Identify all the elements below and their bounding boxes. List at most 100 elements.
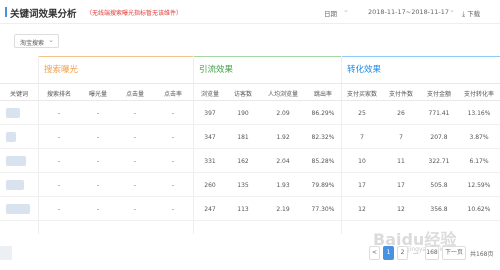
- cell-search-rank: -: [57, 158, 61, 165]
- pagination-page-2[interactable]: 2: [397, 246, 408, 260]
- col-header-ctr[interactable]: 点击率: [155, 89, 191, 98]
- table-row: - - - - 347 181 1.92 82.32% 7 7 207.8 3.…: [0, 126, 500, 149]
- cell-search-rank: -: [57, 206, 61, 213]
- date-range-picker[interactable]: 2018-11-17~2018-11-17: [368, 8, 449, 16]
- cell-items-paid: 17: [397, 182, 405, 189]
- keyword-table: 搜索曝光 引流效果 转化效果 关键词 搜索排名 曝光量 点击量 点击率 浏览量 …: [0, 56, 500, 234]
- pagination-ellipsis: ...: [413, 249, 419, 256]
- download-button[interactable]: ⤓ 下载: [462, 8, 480, 19]
- table-row: - - - - 260 135 1.93 79.89% 17 17 505.8 …: [0, 174, 500, 197]
- col-header-pv-per-visitor[interactable]: 人均浏览量: [262, 89, 304, 98]
- table-row: - - - - 331 162 2.04 85.28% 10 11 322.71…: [0, 150, 500, 173]
- group-traffic-effect: 引流效果: [193, 56, 341, 80]
- cell-impressions: -: [96, 182, 100, 189]
- cell-items-paid: 7: [399, 134, 403, 141]
- cell-pv-per-visitor: 2.04: [276, 158, 290, 165]
- col-header-clicks[interactable]: 点击量: [117, 89, 153, 98]
- cell-conversion-rate: 6.17%: [469, 158, 489, 165]
- source-filter-dropdown[interactable]: 淘宝搜索 ⌄: [14, 34, 59, 48]
- cell-impressions: -: [96, 110, 100, 117]
- cell-payment-amount: 207.8: [430, 134, 448, 141]
- date-chevron-icon[interactable]: ⌄: [343, 6, 349, 14]
- cell-clicks: -: [133, 206, 137, 213]
- col-header-visitors[interactable]: 访客数: [228, 89, 258, 98]
- col-header-search-rank[interactable]: 搜索排名: [40, 89, 78, 98]
- cell-items-paid: 11: [397, 158, 405, 165]
- keyword-redacted: [6, 204, 30, 214]
- cell-buyers: 12: [358, 206, 366, 213]
- cell-visitors: 181: [237, 134, 249, 141]
- cell-payment-amount: 356.8: [430, 206, 448, 213]
- col-header-conversion-rate[interactable]: 支付转化率: [459, 89, 499, 98]
- group-label: 转化效果: [347, 65, 382, 75]
- title-accent-bar: [5, 7, 7, 17]
- pagination-page-last[interactable]: 168: [425, 246, 439, 260]
- col-header-keyword[interactable]: 关键词: [4, 89, 34, 98]
- cell-pageviews: 347: [204, 134, 216, 141]
- cell-pageviews: 331: [204, 158, 216, 165]
- cell-search-rank: -: [57, 134, 61, 141]
- col-header-payment-amount[interactable]: 支付金额: [421, 89, 457, 98]
- cell-pageviews: 247: [204, 206, 216, 213]
- cell-bounce-rate: 85.28%: [311, 158, 335, 165]
- cell-pv-per-visitor: 1.93: [276, 182, 290, 189]
- cell-bounce-rate: 86.29%: [311, 110, 335, 117]
- cell-ctr: -: [171, 134, 175, 141]
- pagination-page-1[interactable]: 1: [383, 246, 394, 260]
- cell-ctr: -: [171, 158, 175, 165]
- col-header-pageviews[interactable]: 浏览量: [195, 89, 225, 98]
- chevron-down-icon: ⌄: [48, 36, 54, 44]
- cell-visitors: 190: [237, 110, 249, 117]
- cell-conversion-rate: 12.59%: [467, 182, 491, 189]
- cell-ctr: -: [171, 206, 175, 213]
- cell-ctr: -: [171, 182, 175, 189]
- keyword-redacted: [6, 180, 24, 190]
- cell-bounce-rate: 77.30%: [311, 206, 335, 213]
- report-header: 关键词效果分析 （无线端搜索曝光指标暂无该维件） 日期 ⌄ 2018-11-17…: [0, 0, 500, 24]
- group-search-exposure: 搜索曝光: [38, 56, 193, 80]
- col-header-bounce-rate[interactable]: 跳出率: [307, 89, 339, 98]
- cell-visitors: 162: [237, 158, 249, 165]
- table-row: - - - - 247 113 2.19 77.30% 12 12 356.8 …: [0, 198, 500, 221]
- cell-items-paid: 12: [397, 206, 405, 213]
- cell-clicks: -: [133, 110, 137, 117]
- cell-payment-amount: 771.41: [428, 110, 450, 117]
- redacted-area: [0, 246, 12, 260]
- cell-pv-per-visitor: 1.92: [276, 134, 290, 141]
- cell-pageviews: 397: [204, 110, 216, 117]
- cell-conversion-rate: 10.62%: [467, 206, 491, 213]
- cell-items-paid: 26: [397, 110, 405, 117]
- cell-payment-amount: 322.71: [428, 158, 450, 165]
- cell-payment-amount: 505.8: [430, 182, 448, 189]
- date-range-chevron-icon[interactable]: ⌄: [449, 6, 455, 14]
- pagination-total: 共168页: [470, 251, 494, 258]
- keyword-redacted: [6, 156, 26, 166]
- download-label: 下载: [467, 10, 481, 18]
- cell-buyers: 25: [358, 110, 366, 117]
- keyword-redacted: [6, 108, 20, 118]
- cell-buyers: 10: [358, 158, 366, 165]
- cell-pageviews: 260: [204, 182, 216, 189]
- download-icon: ⤓: [462, 10, 466, 18]
- cell-buyers: 7: [360, 134, 364, 141]
- cell-search-rank: -: [57, 182, 61, 189]
- group-label: 引流效果: [199, 65, 234, 75]
- date-label[interactable]: 日期: [324, 8, 337, 18]
- cell-ctr: -: [171, 110, 175, 117]
- pagination-prev-button[interactable]: <: [369, 246, 380, 260]
- cell-search-rank: -: [57, 110, 61, 117]
- cell-buyers: 17: [358, 182, 366, 189]
- pagination-next-button[interactable]: 下一页: [442, 246, 466, 260]
- page-title: 关键词效果分析: [10, 9, 77, 20]
- cell-impressions: -: [96, 206, 100, 213]
- column-header-row: 关键词 搜索排名 曝光量 点击量 点击率 浏览量 访客数 人均浏览量 跳出率 支…: [0, 83, 500, 101]
- group-conversion-effect: 转化效果: [341, 56, 500, 80]
- col-header-impressions[interactable]: 曝光量: [80, 89, 116, 98]
- cell-clicks: -: [133, 134, 137, 141]
- cell-bounce-rate: 79.89%: [311, 182, 335, 189]
- col-header-items-paid[interactable]: 支付件数: [383, 89, 419, 98]
- keyword-redacted: [6, 132, 16, 142]
- col-header-buyers[interactable]: 支付买家数: [342, 89, 382, 98]
- cell-visitors: 135: [237, 182, 249, 189]
- cell-pv-per-visitor: 2.19: [276, 206, 290, 213]
